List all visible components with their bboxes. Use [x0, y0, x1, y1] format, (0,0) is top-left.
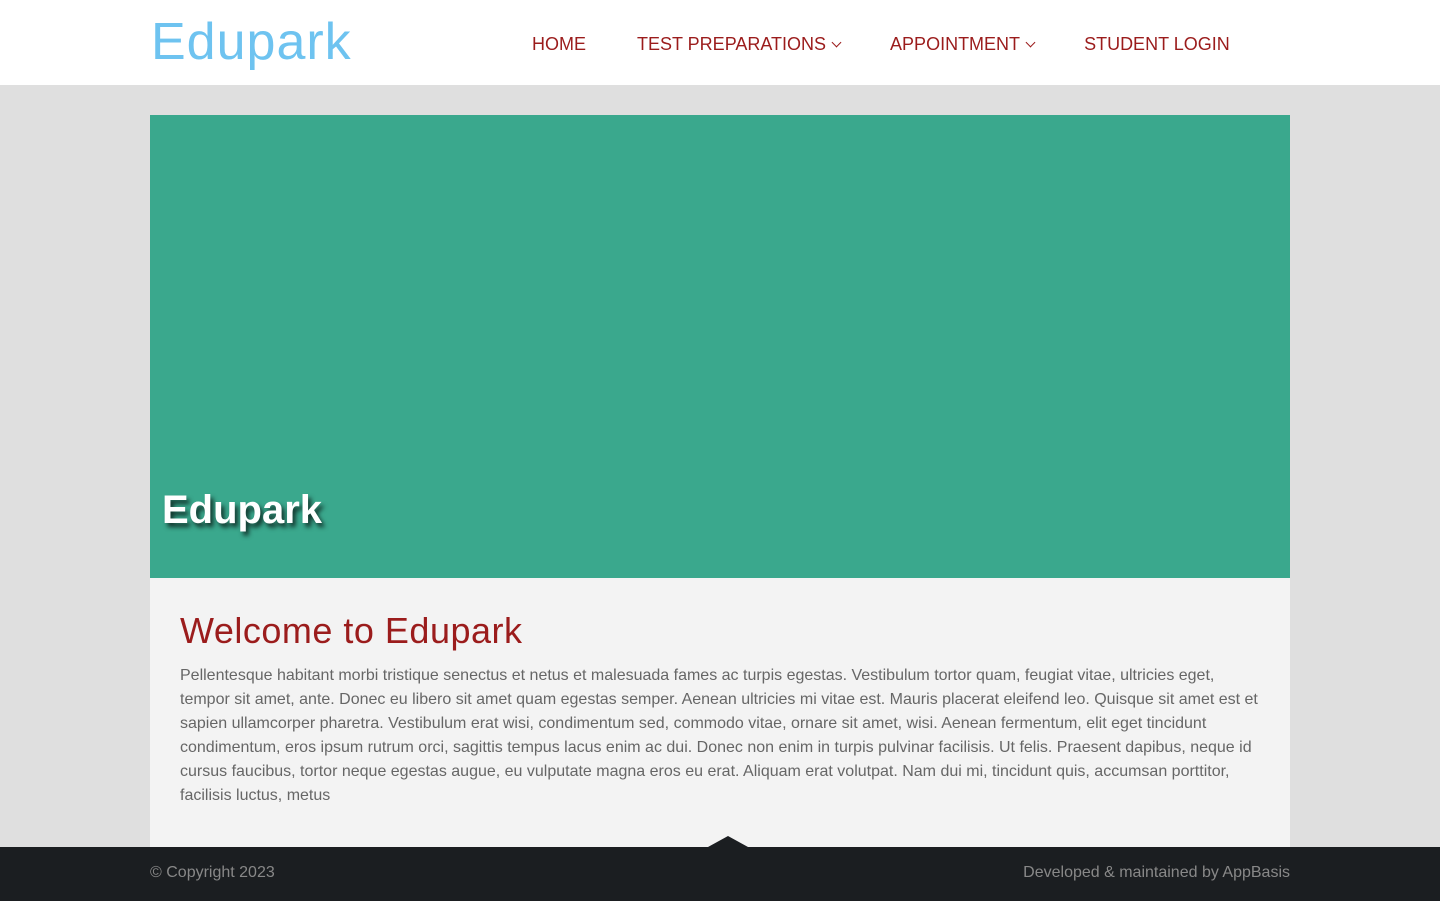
nav-appointment[interactable]: APPOINTMENT — [890, 33, 1036, 55]
copyright-text: © Copyright 2023 — [150, 864, 275, 881]
nav-appointment-label: APPOINTMENT — [890, 33, 1021, 54]
caret-up-icon[interactable] — [708, 836, 748, 847]
nav-student-login[interactable]: STUDENT LOGIN — [1084, 34, 1230, 55]
welcome-text: Pellentesque habitant morbi tristique se… — [180, 667, 1258, 804]
welcome-section: Welcome to Edupark Pellentesque habitant… — [150, 578, 1290, 847]
site-header: Edupark HOME TEST PREPARATIONS APPOINTME… — [0, 0, 1440, 85]
site-footer: © Copyright 2023 Developed & maintained … — [0, 847, 1440, 901]
site-logo[interactable]: Edupark — [151, 12, 352, 72]
chevron-down-icon — [1025, 37, 1036, 47]
main-nav: HOME TEST PREPARATIONS APPOINTMENT STUDE… — [532, 33, 1230, 55]
developer-credit: Developed & maintained by AppBasis — [1023, 864, 1290, 881]
page-title: Welcome to Edupark — [180, 610, 523, 651]
banner-title: Edupark — [162, 488, 323, 532]
hero-banner: Edupark — [150, 115, 1290, 578]
nav-test-preparations[interactable]: TEST PREPARATIONS — [637, 33, 842, 55]
nav-test-preparations-label: TEST PREPARATIONS — [637, 33, 827, 54]
nav-home[interactable]: HOME — [532, 34, 586, 55]
nav-home-label: HOME — [532, 33, 586, 54]
nav-student-login-label: STUDENT LOGIN — [1084, 33, 1230, 54]
chevron-down-icon — [831, 37, 842, 47]
